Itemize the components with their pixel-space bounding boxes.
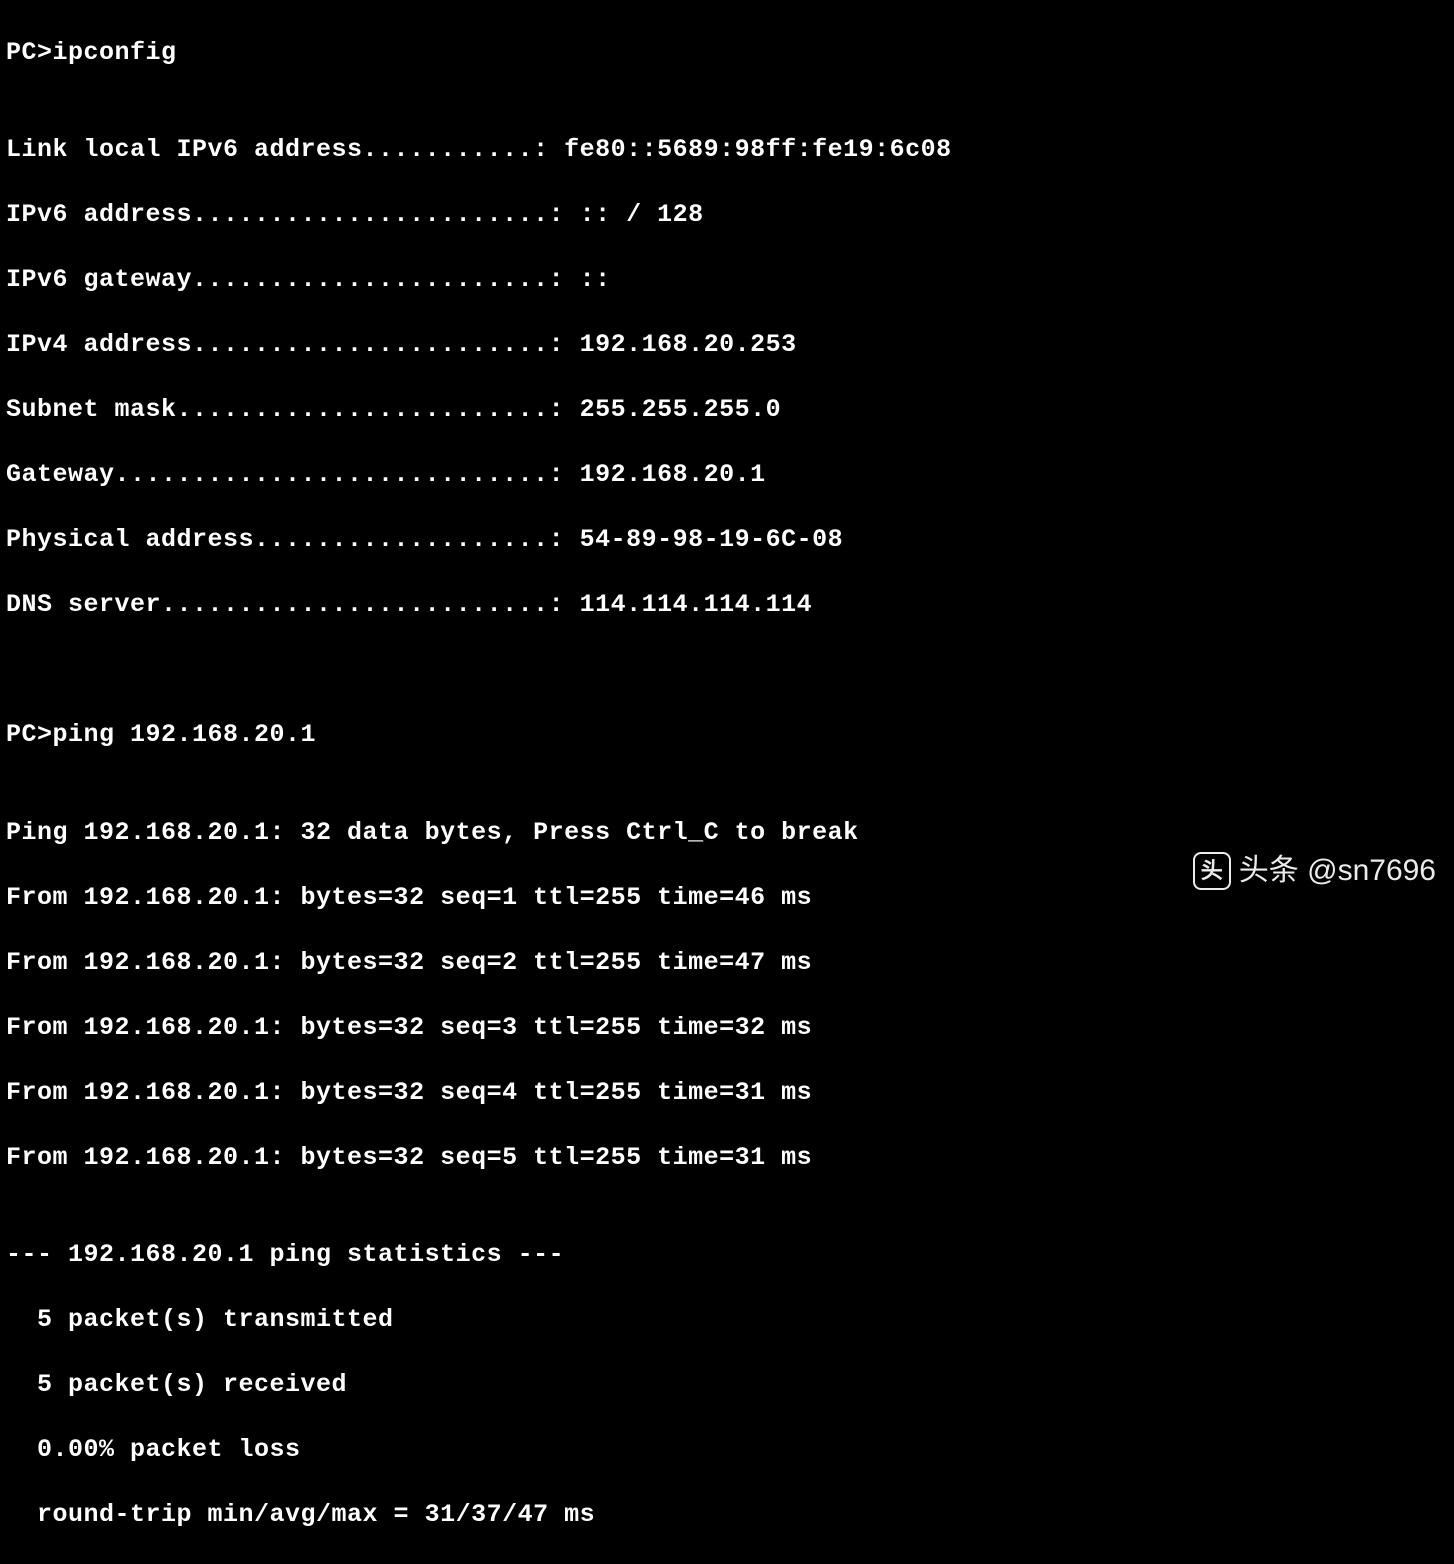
ipconfig-gateway: Gateway............................: 192… <box>6 459 1448 492</box>
ping-stats-transmitted: 5 packet(s) transmitted <box>6 1304 1448 1337</box>
watermark: 头 头条 @sn7696 <box>1193 851 1436 890</box>
ping-stats-header: --- 192.168.20.1 ping statistics --- <box>6 1239 1448 1272</box>
ping-stats-roundtrip: round-trip min/avg/max = 31/37/47 ms <box>6 1499 1448 1532</box>
command-prompt[interactable]: PC>ping 192.168.20.1 <box>6 719 1448 752</box>
ipconfig-ipv6-gateway: IPv6 gateway.......................: :: <box>6 264 1448 297</box>
terminal-output: PC>ipconfig Link local IPv6 address.....… <box>6 4 1448 1564</box>
ping-reply: From 192.168.20.1: bytes=32 seq=4 ttl=25… <box>6 1077 1448 1110</box>
ping-stats-loss: 0.00% packet loss <box>6 1434 1448 1467</box>
ipconfig-ipv4-address: IPv4 address.......................: 192… <box>6 329 1448 362</box>
ipconfig-physical-address: Physical address...................: 54-… <box>6 524 1448 557</box>
ipconfig-link-local-ipv6: Link local IPv6 address...........: fe80… <box>6 134 1448 167</box>
ipconfig-dns-server: DNS server.........................: 114… <box>6 589 1448 622</box>
watermark-logo-icon: 头 <box>1193 852 1231 890</box>
command-prompt[interactable]: PC>ipconfig <box>6 37 1448 70</box>
ping-reply: From 192.168.20.1: bytes=32 seq=2 ttl=25… <box>6 947 1448 980</box>
watermark-label: 头条 @sn7696 <box>1239 851 1436 890</box>
ping-header: Ping 192.168.20.1: 32 data bytes, Press … <box>6 817 1448 850</box>
ipconfig-ipv6-address: IPv6 address.......................: :: … <box>6 199 1448 232</box>
ping-reply: From 192.168.20.1: bytes=32 seq=5 ttl=25… <box>6 1142 1448 1175</box>
ping-reply: From 192.168.20.1: bytes=32 seq=3 ttl=25… <box>6 1012 1448 1045</box>
ping-stats-received: 5 packet(s) received <box>6 1369 1448 1402</box>
ipconfig-subnet-mask: Subnet mask........................: 255… <box>6 394 1448 427</box>
